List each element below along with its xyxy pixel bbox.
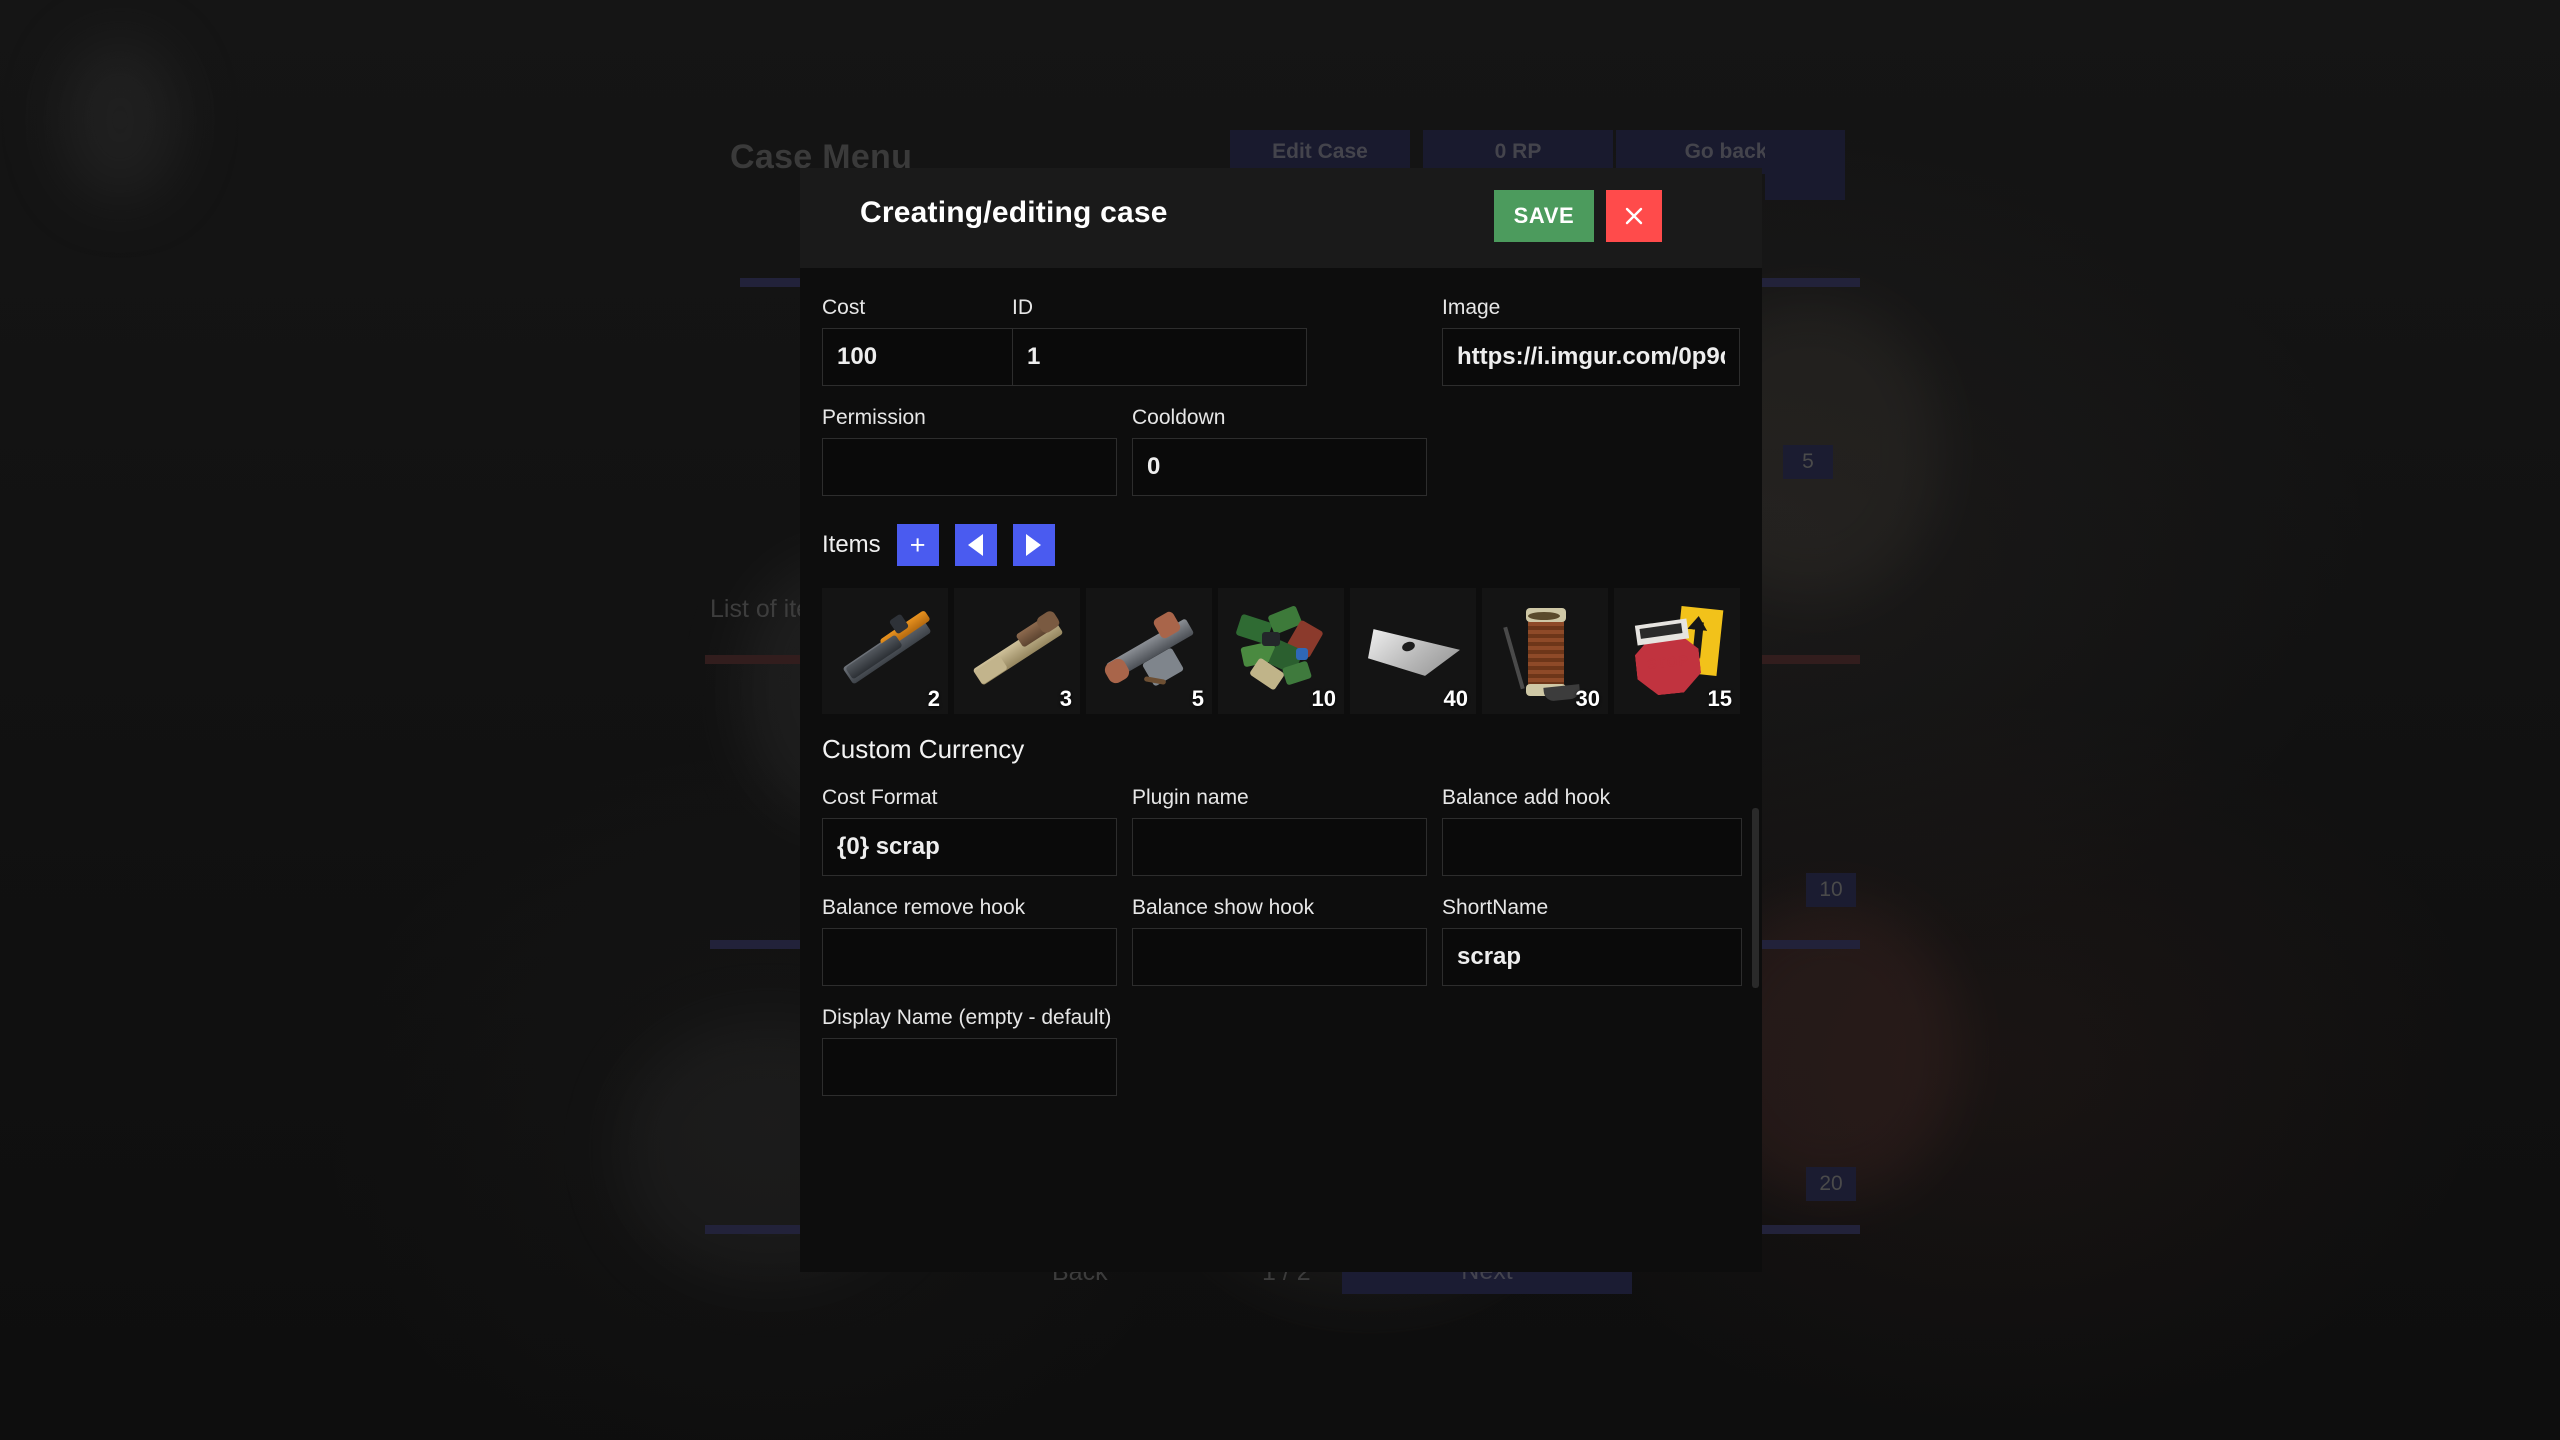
add-item-label: + (909, 529, 926, 560)
add-item-button[interactable]: + (896, 524, 939, 566)
cooldown-input[interactable] (1132, 438, 1427, 496)
background-badge-10-value: 10 (1819, 878, 1843, 901)
item-count: 15 (1707, 686, 1732, 711)
field-image-wrap: Image (1442, 296, 1762, 386)
arrow-right-icon (1026, 534, 1042, 556)
item-count: 2 (927, 686, 940, 711)
field-cost-format-label: Cost Format (822, 786, 938, 809)
field-permission: Permission (822, 406, 1117, 496)
item-cell-thompson[interactable]: 3 (954, 588, 1080, 714)
modal-title: Creating/editing case (860, 196, 1168, 229)
app-root: Case Menu Edit Case 0 RP Go back List of… (0, 0, 2560, 1440)
item-count: 30 (1575, 686, 1600, 711)
field-balance-remove-hook: Balance remove hook (822, 896, 1117, 986)
item-cell-components[interactable]: 10 (1218, 588, 1344, 714)
background-badge-20: 20 (1806, 1167, 1856, 1201)
close-icon (1625, 207, 1643, 225)
field-shortname-label: ShortName (1442, 896, 1549, 919)
save-button-label: SAVE (1513, 203, 1575, 228)
save-button[interactable]: SAVE (1494, 190, 1594, 242)
field-balance-remove-hook-label: Balance remove hook (822, 896, 1026, 919)
background-badge-10: 10 (1806, 873, 1856, 907)
items-header: Items + (822, 524, 1055, 566)
balance-remove-hook-input[interactable] (822, 928, 1117, 986)
items-prev-button[interactable] (954, 524, 997, 566)
background-go-back-shadow (1765, 130, 1845, 200)
permission-input[interactable] (822, 438, 1117, 496)
background-blob-1 (60, 40, 180, 200)
field-id: ID (1012, 296, 1307, 386)
modal-header: Creating/editing case SAVE (800, 168, 1762, 268)
background-list-of-items-label: List of ite (710, 595, 811, 623)
field-permission-label: Permission (822, 406, 926, 429)
items-next-button[interactable] (1012, 524, 1055, 566)
balance-show-hook-input[interactable] (1132, 928, 1427, 986)
field-plugin-name: Plugin name (1132, 786, 1427, 876)
items-label: Items (822, 531, 881, 558)
background-badge-5-value: 5 (1802, 450, 1814, 473)
item-count: 10 (1311, 686, 1336, 711)
background-badge-5: 5 (1783, 445, 1833, 479)
item-count: 5 (1191, 686, 1204, 711)
background-edit-case-label: Edit Case (1272, 140, 1368, 163)
item-cell-road-signs[interactable]: STOP 15 (1614, 588, 1740, 714)
plugin-name-input[interactable] (1132, 818, 1427, 876)
modal-body: Cost ID Permission Cooldown (800, 268, 1762, 1272)
item-count: 40 (1443, 686, 1468, 711)
shortname-input[interactable] (1442, 928, 1742, 986)
field-plugin-name-label: Plugin name (1132, 786, 1249, 809)
item-cell-chainsaw[interactable]: 2 (822, 588, 948, 714)
items-grid: 2 3 5 10 40 30 STOP 15 (822, 588, 1740, 714)
custom-currency-title: Custom Currency (822, 734, 1025, 764)
field-id-label: ID (1012, 296, 1033, 319)
modal-scrollbar[interactable] (1752, 808, 1759, 988)
balance-add-hook-input[interactable] (1442, 818, 1742, 876)
field-balance-show-hook-label: Balance show hook (1132, 896, 1315, 919)
background-badge-20-value: 20 (1819, 1172, 1843, 1195)
display-name-input[interactable] (822, 1038, 1117, 1096)
field-cooldown-label: Cooldown (1132, 406, 1226, 429)
field-balance-add-hook-label: Balance add hook (1442, 786, 1611, 809)
item-cell-custom-smg[interactable]: 5 (1086, 588, 1212, 714)
cost-format-input[interactable] (822, 818, 1117, 876)
image-input[interactable] (1442, 328, 1740, 386)
creating-editing-case-modal: Creating/editing case SAVE Cost ID (800, 168, 1762, 1272)
field-shortname: ShortName (1442, 896, 1742, 986)
item-cell-metal-blade[interactable]: 40 (1350, 588, 1476, 714)
field-cost-format: Cost Format (822, 786, 1117, 876)
background-go-back-label: Go back (1684, 140, 1768, 163)
item-cell-rope-spool[interactable]: 30 (1482, 588, 1608, 714)
item-count: 3 (1059, 686, 1072, 711)
field-display-name: Display Name (empty - default) (822, 1006, 1117, 1096)
field-balance-add-hook: Balance add hook (1442, 786, 1742, 876)
id-input[interactable] (1012, 328, 1307, 386)
background-rp-label: 0 RP (1494, 140, 1542, 163)
field-cooldown: Cooldown (1132, 406, 1427, 496)
arrow-left-icon (968, 534, 984, 556)
close-button[interactable] (1606, 190, 1662, 242)
field-image-label: Image (1442, 296, 1501, 319)
field-balance-show-hook: Balance show hook (1132, 896, 1427, 986)
field-display-name-label: Display Name (empty - default) (822, 1006, 1112, 1029)
